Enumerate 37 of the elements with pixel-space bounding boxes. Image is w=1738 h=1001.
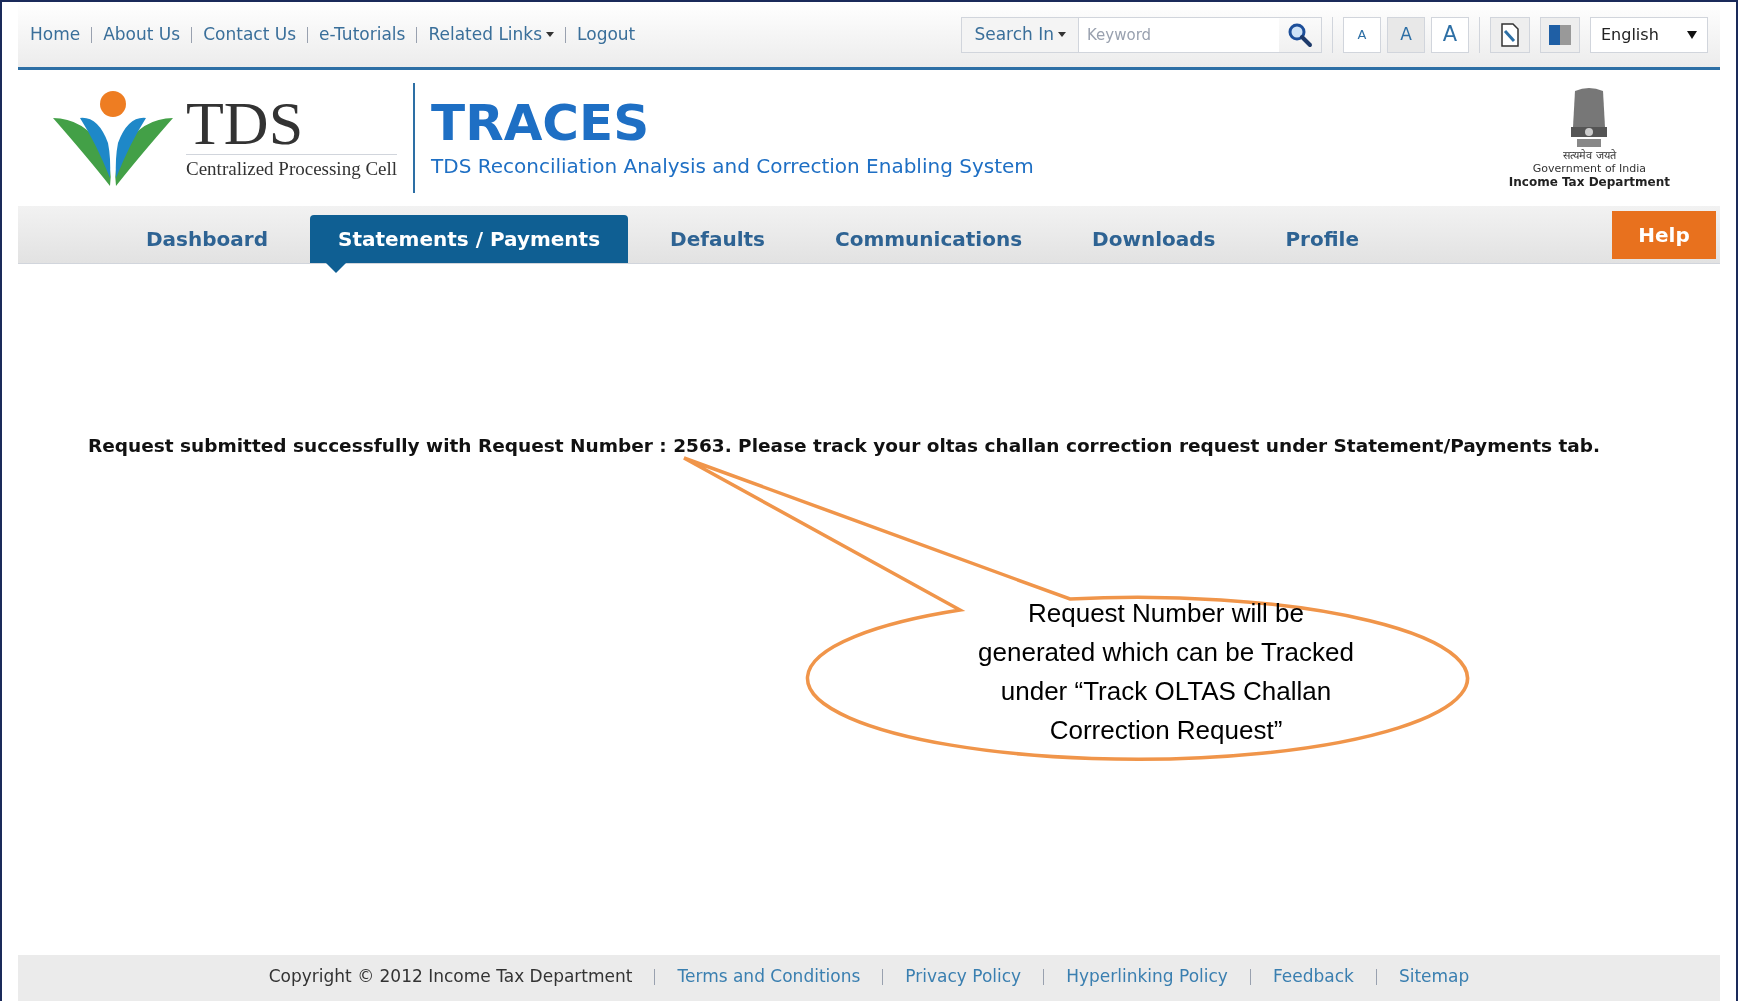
emblem-caption: Government of India (1532, 162, 1646, 175)
emblem-caption: Income Tax Department (1508, 175, 1670, 189)
footer-link[interactable]: Terms and Conditions (677, 964, 861, 990)
nav-tab[interactable]: Profile (1257, 215, 1387, 263)
nav-tab[interactable]: Dashboard (118, 215, 296, 263)
top-nav-link[interactable]: e-Tutorials (319, 21, 406, 48)
nav-tab[interactable]: Defaults (642, 215, 793, 263)
document-icon (1500, 22, 1520, 47)
brand-title: TRACES (431, 95, 651, 151)
top-nav-link[interactable]: Logout (577, 21, 636, 48)
top-nav-link[interactable]: Contact Us (203, 21, 297, 48)
footer-link[interactable]: Hyperlinking Policy (1066, 964, 1228, 990)
font-size-button[interactable]: A (1343, 16, 1381, 53)
top-nav-link[interactable]: Home (30, 21, 81, 48)
help-button[interactable]: Help (1612, 211, 1716, 259)
language-select[interactable]: English (1590, 16, 1708, 53)
callout-text: Request Number will be generated which can be Tracked under “Track OLTAS Challan Correction Request” (977, 597, 1355, 747)
contrast-button[interactable] (1540, 16, 1580, 53)
nav-tab[interactable]: Communications (807, 215, 1051, 263)
top-nav-link[interactable]: Related Links (428, 21, 555, 48)
footer-link[interactable]: Feedback (1272, 964, 1354, 990)
footer-link[interactable]: Privacy Policy (905, 964, 1022, 990)
top-nav-link[interactable]: About Us (103, 21, 181, 48)
copyright-text: Copyright © 2012 Income Tax Department (268, 965, 633, 989)
brand-subtitle: TDS Reconciliation Analysis and Correction Enabling System (431, 153, 1035, 180)
nav-tab[interactable]: Downloads (1064, 215, 1244, 263)
tab-pointer-icon (326, 263, 346, 273)
font-size-button[interactable]: A (1387, 16, 1425, 53)
page-icon-button[interactable] (1490, 16, 1530, 53)
logo-name: TDS (186, 92, 305, 155)
logo-subtitle: Centralized Processing Cell (186, 154, 398, 184)
footer-link[interactable]: Sitemap (1398, 964, 1470, 990)
font-size-button[interactable]: A (1431, 16, 1469, 53)
emblem-motto: सत्यमेव जयते (1563, 149, 1616, 162)
success-message: Request submitted successfully with Request Number : 2563. Please track your oltas challan correction request under Statement/Payments tab. (88, 434, 1601, 458)
caret-icon (546, 32, 555, 37)
contrast-icon (1549, 24, 1571, 45)
